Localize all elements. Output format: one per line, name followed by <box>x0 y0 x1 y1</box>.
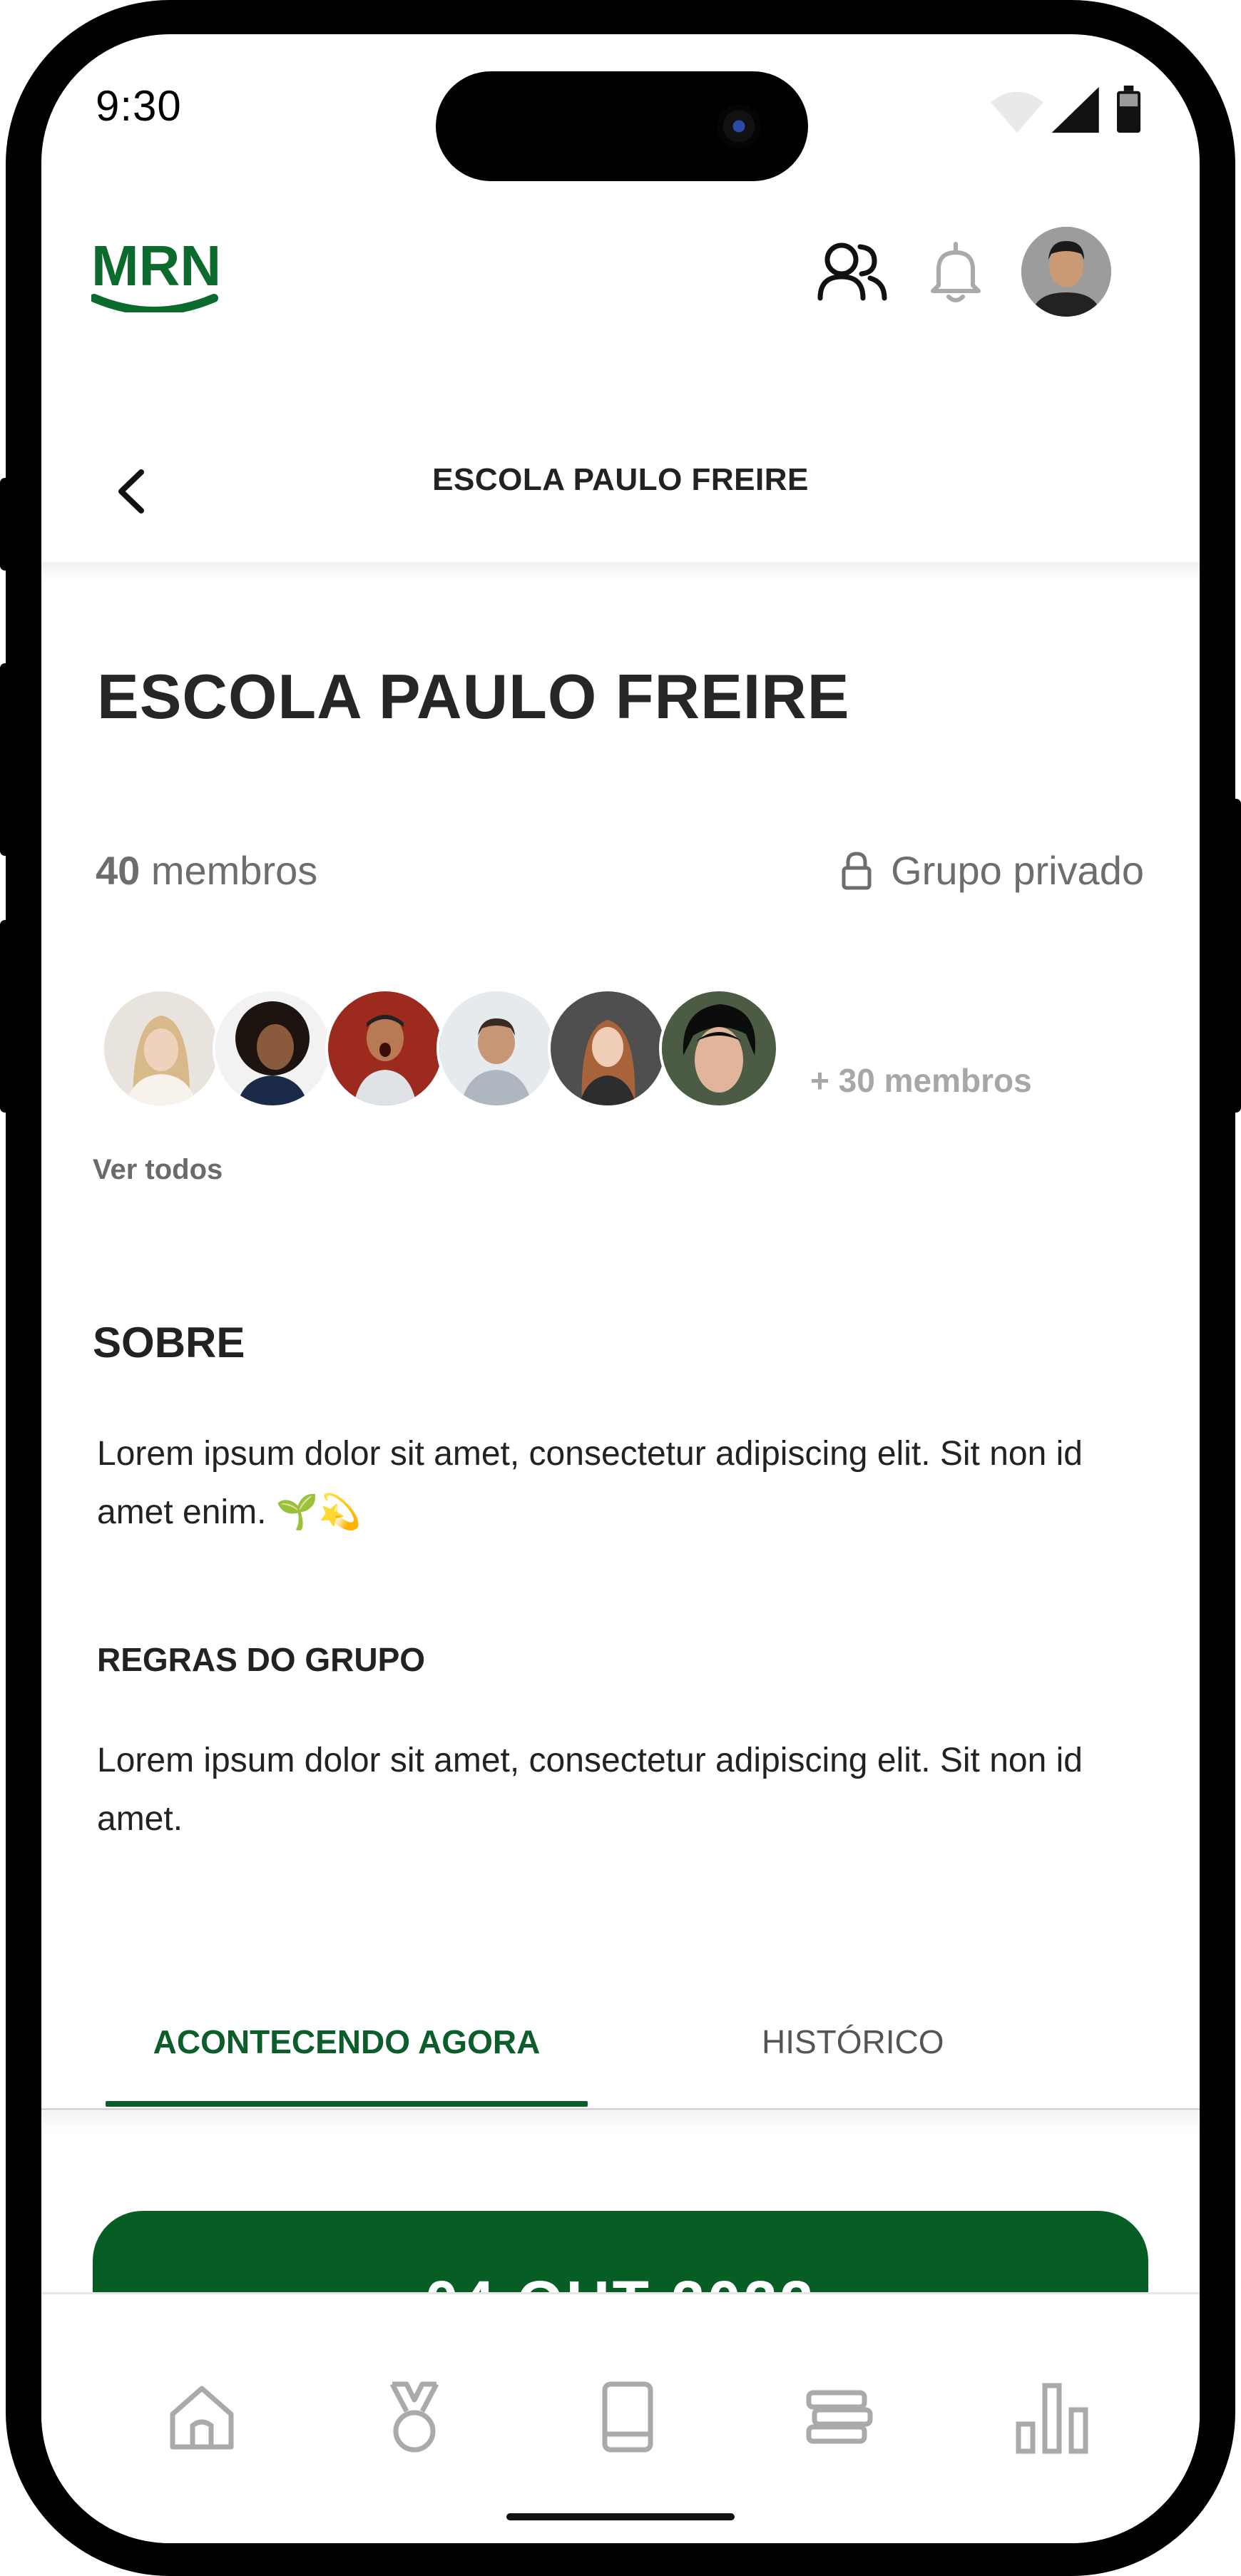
about-text: Lorem ipsum dolor sit amet, consectetur … <box>97 1435 1083 1531</box>
member-avatar[interactable] <box>548 988 668 1108</box>
mrn-logo[interactable]: MRN <box>90 234 221 316</box>
side-button-left-3 <box>0 920 10 1113</box>
status-icons <box>991 86 1141 133</box>
nav-divider <box>41 562 1200 581</box>
tab-acontecendo-agora[interactable]: ACONTECENDO AGORA <box>106 2023 588 2061</box>
about-heading: SOBRE <box>93 1319 245 1366</box>
people-icon[interactable] <box>817 241 889 305</box>
member-avatar[interactable] <box>101 988 221 1108</box>
phone-mockup: 9:30 MRN ESCOLA PAULO FREIRE ESCOLA PAUL… <box>0 0 1241 2576</box>
bell-icon[interactable] <box>927 241 984 305</box>
logo-text: MRN <box>91 234 220 297</box>
see-all-link[interactable]: Ver todos <box>93 1154 223 1186</box>
rules-heading: REGRAS DO GRUPO <box>97 1641 426 1678</box>
tabs: ACONTECENDO AGORA HISTÓRICO <box>41 2010 1200 2110</box>
privacy-status: Grupo privado <box>841 847 1144 894</box>
side-button-left-1 <box>0 478 10 571</box>
tabs-divider <box>41 2108 1200 2110</box>
home-icon[interactable] <box>163 2378 241 2457</box>
member-count-number: 40 <box>96 848 141 893</box>
active-tab-indicator <box>106 2101 588 2107</box>
coins-icon[interactable] <box>800 2378 879 2457</box>
screen: 9:30 MRN ESCOLA PAULO FREIRE ESCOLA PAUL… <box>41 34 1200 2543</box>
battery-icon <box>1117 86 1141 133</box>
wifi-icon <box>991 91 1043 133</box>
side-button-left-2 <box>0 663 10 856</box>
member-count: 40 membros <box>96 847 317 894</box>
home-indicator[interactable] <box>506 2513 735 2520</box>
signal-icon <box>1051 86 1099 133</box>
member-avatar[interactable] <box>659 988 779 1108</box>
group-title: ESCOLA PAULO FREIRE <box>97 661 850 732</box>
book-icon[interactable] <box>588 2378 666 2457</box>
bar-chart-icon[interactable] <box>1013 2378 1091 2457</box>
more-members-label[interactable]: + 30 membros <box>810 1061 1032 1100</box>
bottom-nav <box>41 2292 1200 2543</box>
member-avatar[interactable] <box>325 988 445 1108</box>
lock-icon <box>842 851 872 889</box>
dynamic-island <box>436 71 808 181</box>
top-nav-bar: ESCOLA PAULO FREIRE <box>41 411 1200 568</box>
member-count-label: membros <box>150 848 318 893</box>
camera-icon <box>717 104 761 148</box>
rules-text: Lorem ipsum dolor sit amet, consectetur … <box>97 1742 1083 1838</box>
tabs-shadow <box>41 2111 1200 2132</box>
side-button-right <box>1231 799 1241 1113</box>
profile-avatar[interactable] <box>1021 227 1111 317</box>
status-time: 9:30 <box>96 82 182 130</box>
medal-icon[interactable] <box>375 2378 454 2457</box>
privacy-label: Grupo privado <box>891 848 1144 893</box>
member-avatar[interactable] <box>213 988 332 1108</box>
nav-title: ESCOLA PAULO FREIRE <box>432 462 809 497</box>
member-avatar[interactable] <box>436 988 556 1108</box>
tab-historico[interactable]: HISTÓRICO <box>762 2023 944 2061</box>
